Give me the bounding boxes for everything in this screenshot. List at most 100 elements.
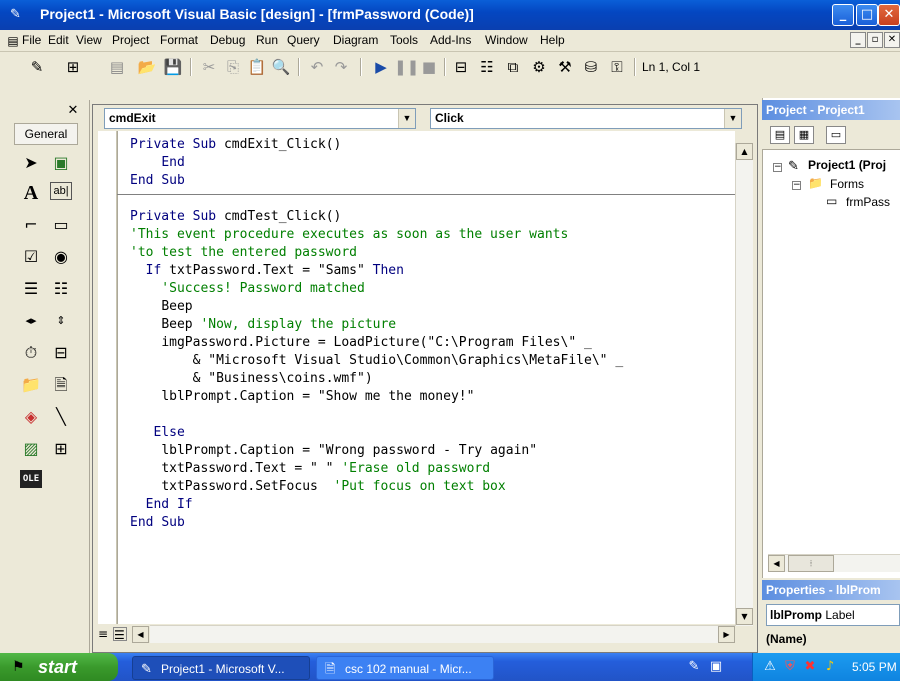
start-icon[interactable]: ▶ bbox=[370, 56, 392, 78]
listbox-icon[interactable]: ☷ bbox=[50, 278, 72, 300]
properties-object-combo[interactable]: lblPromp Label bbox=[766, 604, 900, 626]
procedure-combo[interactable]: Click ▼ bbox=[430, 108, 742, 129]
hscrollbar-icon[interactable]: ◂▸ bbox=[20, 310, 42, 332]
project-explorer-title: Project - Project1 bbox=[762, 100, 900, 120]
task-vb-project[interactable]: ✎ Project1 - Microsoft V... bbox=[132, 656, 310, 680]
toolbox-tab-general[interactable]: General bbox=[14, 123, 78, 145]
maximize-button[interactable]: □ bbox=[856, 4, 878, 26]
properties-window-icon[interactable]: ☷ bbox=[476, 56, 498, 78]
break-icon[interactable]: ❚❚ bbox=[394, 56, 419, 78]
chevron-down-icon[interactable]: ▼ bbox=[398, 109, 415, 128]
undo-icon[interactable]: ↶ bbox=[306, 56, 328, 78]
textbox-icon[interactable]: ab| bbox=[50, 182, 72, 200]
tree-item-project[interactable]: Project1 (Proj bbox=[808, 158, 886, 172]
menu-diagram[interactable]: Diagram bbox=[333, 33, 378, 47]
scroll-left-icon[interactable]: ◀ bbox=[132, 626, 149, 643]
toolbox-icon[interactable]: ⚒ bbox=[554, 56, 576, 78]
mdi-minimize-button[interactable]: _ bbox=[850, 32, 866, 48]
open-project-icon[interactable]: 📂 bbox=[136, 56, 158, 78]
cut-icon[interactable]: ✂ bbox=[198, 56, 220, 78]
toggle-folders-icon[interactable]: ▭ bbox=[826, 126, 846, 144]
menu-format[interactable]: Format bbox=[160, 33, 198, 47]
line-icon[interactable]: ╲ bbox=[50, 406, 72, 428]
menu-add-ins[interactable]: Add-Ins bbox=[430, 33, 471, 47]
toolbar-separator bbox=[298, 58, 300, 76]
network-icon[interactable]: ⚠ bbox=[762, 659, 778, 675]
tree-collapse-icon[interactable]: − bbox=[792, 181, 801, 190]
code-editor[interactable]: Private Sub cmdExit_Click() End End Sub Pr… bbox=[117, 131, 735, 624]
object-browser-icon[interactable]: ⚙ bbox=[528, 56, 550, 78]
shape-icon[interactable]: ◈ bbox=[20, 406, 42, 428]
end-icon[interactable]: ■ bbox=[418, 56, 440, 78]
tree-collapse-icon[interactable]: − bbox=[773, 163, 782, 172]
pen-icon[interactable]: ✎ bbox=[686, 659, 702, 675]
copy-icon[interactable]: ⎘ bbox=[222, 56, 244, 78]
dirlistbox-icon[interactable]: 📁 bbox=[20, 374, 42, 396]
scroll-thumb[interactable]: ⦙ bbox=[788, 555, 834, 572]
menu-help[interactable]: Help bbox=[540, 33, 565, 47]
task-word-manual[interactable]: 🗎 csc 102 manual - Micr... bbox=[316, 656, 494, 680]
find-icon[interactable]: 🔍 bbox=[270, 56, 292, 78]
timer-icon[interactable]: ⏱ bbox=[20, 342, 42, 364]
vscrollbar-icon[interactable]: ⇕ bbox=[50, 310, 72, 332]
view-object-icon[interactable]: ▦ bbox=[794, 126, 814, 144]
paste-icon[interactable]: 📋 bbox=[246, 56, 268, 78]
scroll-down-icon[interactable]: ▼ bbox=[736, 608, 753, 625]
form-layout-icon[interactable]: ⧉ bbox=[502, 56, 524, 78]
project-explorer-icon[interactable]: ⊟ bbox=[450, 56, 472, 78]
close-button[interactable]: ✕ bbox=[878, 4, 900, 26]
procedure-view-button[interactable]: ≡ bbox=[98, 627, 112, 641]
tree-item-form[interactable]: frmPass bbox=[846, 195, 890, 209]
ole-icon[interactable]: OLE bbox=[20, 470, 42, 488]
data-view-icon[interactable]: ⛁ bbox=[580, 56, 602, 78]
picturebox-icon[interactable]: ▣ bbox=[50, 152, 72, 174]
antivirus-icon[interactable]: ⛨ bbox=[782, 659, 798, 675]
minimize-button[interactable]: _ bbox=[832, 4, 854, 26]
mdi-restore-button[interactable]: ▫ bbox=[867, 32, 883, 48]
project-horizontal-scrollbar[interactable]: ◀ ⦙ bbox=[768, 554, 900, 572]
scroll-left-icon[interactable]: ◀ bbox=[768, 555, 785, 572]
frame-icon[interactable]: ⌐ bbox=[20, 214, 42, 236]
mdi-close-button[interactable]: ✕ bbox=[884, 32, 900, 48]
menu-file[interactable]: File bbox=[22, 33, 41, 47]
menu-view[interactable]: View bbox=[76, 33, 102, 47]
security-alert-icon[interactable]: ✖ bbox=[802, 659, 818, 675]
volume-icon[interactable]: ♪ bbox=[822, 659, 838, 675]
menu-window[interactable]: Window bbox=[485, 33, 528, 47]
object-combo[interactable]: cmdExit ▼ bbox=[104, 108, 416, 129]
save-project-icon[interactable]: 💾 bbox=[162, 56, 184, 78]
code-vertical-scrollbar[interactable]: ▲ ▼ bbox=[735, 143, 753, 626]
menu-editor-icon[interactable]: ▤ bbox=[106, 56, 128, 78]
filelistbox-icon[interactable]: 🗎 bbox=[50, 374, 72, 396]
desktop-icon[interactable]: ▣ bbox=[708, 659, 724, 675]
toolbox-close-button[interactable]: ✕ bbox=[64, 103, 82, 119]
pointer-icon[interactable]: ➤ bbox=[20, 152, 42, 174]
combobox-icon[interactable]: ☰ bbox=[20, 278, 42, 300]
code-horizontal-scrollbar[interactable]: ◀ ▶ bbox=[132, 625, 735, 643]
menu-tools[interactable]: Tools bbox=[390, 33, 418, 47]
component-manager-icon[interactable]: ⚿ bbox=[606, 56, 628, 78]
label-icon[interactable]: A bbox=[20, 182, 42, 204]
view-code-icon[interactable]: ▤ bbox=[770, 126, 790, 144]
scroll-right-icon[interactable]: ▶ bbox=[718, 626, 735, 643]
menu-run[interactable]: Run bbox=[256, 33, 278, 47]
menu-project[interactable]: Project bbox=[112, 33, 149, 47]
properties-row-name[interactable]: (Name) bbox=[766, 632, 807, 646]
tree-item-forms[interactable]: Forms bbox=[830, 177, 864, 191]
data-icon[interactable]: ⊞ bbox=[50, 438, 72, 460]
chevron-down-icon[interactable]: ▼ bbox=[724, 109, 741, 128]
add-project-icon[interactable]: ✎ bbox=[26, 56, 48, 78]
redo-icon[interactable]: ↷ bbox=[330, 56, 352, 78]
menu-debug[interactable]: Debug bbox=[210, 33, 245, 47]
commandbutton-icon[interactable]: ▭ bbox=[50, 214, 72, 236]
scroll-up-icon[interactable]: ▲ bbox=[736, 143, 753, 160]
optionbutton-icon[interactable]: ◉ bbox=[50, 246, 72, 268]
checkbox-icon[interactable]: ☑ bbox=[20, 246, 42, 268]
drivelistbox-icon[interactable]: ⊟ bbox=[50, 342, 72, 364]
add-form-icon[interactable]: ⊞ bbox=[62, 56, 84, 78]
code-window-icon[interactable]: ▤ bbox=[6, 34, 20, 48]
full-module-view-button[interactable]: ☰ bbox=[113, 627, 127, 642]
image-icon[interactable]: ▨ bbox=[20, 438, 42, 460]
menu-edit[interactable]: Edit bbox=[48, 33, 69, 47]
menu-query[interactable]: Query bbox=[287, 33, 320, 47]
